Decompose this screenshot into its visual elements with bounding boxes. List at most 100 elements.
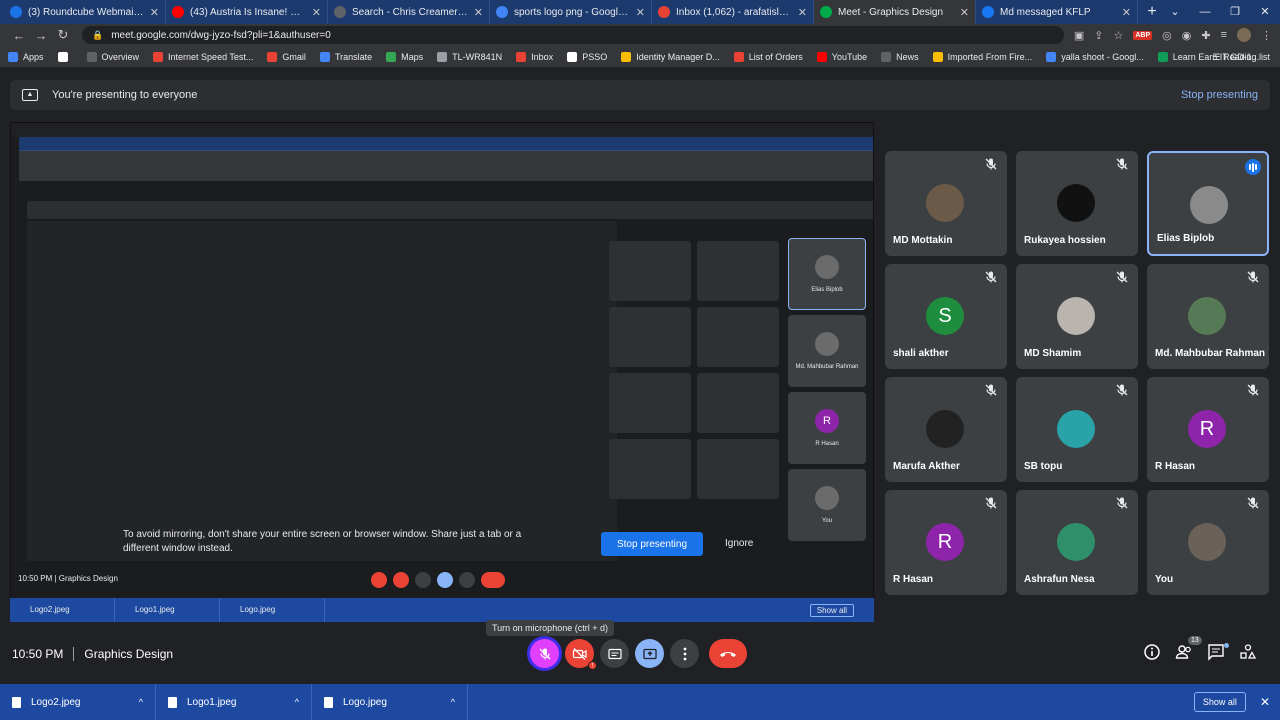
participant-tile[interactable]: Rukayea hossien [1016, 151, 1138, 256]
bookmark-item[interactable]: Identity Manager D... [621, 51, 720, 62]
participant-tile[interactable]: Md. Mahbubar Rahman [1147, 264, 1269, 369]
share-icon[interactable]: ⇪ [1094, 29, 1103, 42]
meeting-details-button[interactable] [1143, 643, 1161, 661]
tab-favicon-icon [982, 6, 994, 18]
show-all-button[interactable]: Show all [1193, 692, 1246, 712]
tab-close-icon[interactable]: ✕ [474, 6, 483, 19]
camera-icon[interactable]: ▣ [1074, 29, 1084, 42]
participant-tile[interactable]: R R Hasan [885, 490, 1007, 595]
nested-browser-chrome [19, 137, 873, 181]
bookmark-item[interactable]: Apps [8, 51, 44, 62]
participant-tile[interactable]: Marufa Akther [885, 377, 1007, 482]
microphone-toggle-button[interactable] [530, 639, 559, 668]
tab-close-icon[interactable]: ✕ [1122, 6, 1131, 19]
nested-time: 10:50 PM [18, 574, 53, 583]
tab-close-icon[interactable]: ✕ [150, 6, 159, 19]
bookmark-item[interactable]: YouTube [816, 51, 867, 62]
bookmark-item[interactable]: Overview [86, 51, 139, 62]
more-options-button[interactable] [670, 639, 699, 668]
media-icon[interactable]: ≡ [1221, 29, 1227, 41]
bookmark-item[interactable]: News [881, 51, 919, 62]
muted-mic-icon [1246, 270, 1260, 284]
people-button[interactable] [1175, 643, 1193, 661]
bookmark-item[interactable]: yalla shoot - Googl... [1046, 51, 1144, 62]
close-download-bar-icon[interactable]: ✕ [1260, 695, 1270, 709]
profile-avatar[interactable] [1237, 28, 1251, 42]
close-window-icon[interactable]: ✕ [1250, 0, 1280, 24]
participant-tile[interactable]: MD Shamim [1016, 264, 1138, 369]
forward-icon[interactable]: → [30, 28, 52, 43]
participant-name: shali akther [893, 348, 949, 359]
nested-controls [371, 572, 505, 588]
muted-mic-icon [984, 157, 998, 171]
nested-download-item: Logo2.jpeg [10, 598, 115, 622]
browser-tab[interactable]: sports logo png - Google Search ✕ [490, 0, 652, 24]
activities-button[interactable] [1239, 643, 1257, 661]
browser-tab[interactable]: (43) Austria Is Insane! Why You ✕ [166, 0, 328, 24]
bookmark-item[interactable]: Gmail [267, 51, 306, 62]
camera-toggle-button[interactable]: ! [565, 639, 597, 670]
muted-mic-icon [984, 496, 998, 510]
star-icon[interactable]: ☆ [1113, 29, 1123, 42]
participant-tile[interactable]: R R Hasan [1147, 377, 1269, 482]
menu-dots-icon[interactable]: ⋮ [1261, 29, 1272, 42]
reload-icon[interactable]: ↻ [52, 27, 74, 43]
back-icon[interactable]: ← [8, 28, 30, 43]
participant-tile[interactable]: You [1147, 490, 1269, 595]
restore-icon[interactable]: ❐ [1220, 0, 1250, 24]
bookmark-item[interactable]: Imported From Fire... [932, 51, 1032, 62]
chevron-up-icon[interactable]: ^ [139, 697, 143, 707]
captions-button[interactable] [600, 639, 629, 668]
chevron-up-icon[interactable]: ^ [295, 697, 299, 707]
extensions-puzzle-icon[interactable]: ✚ [1201, 29, 1210, 42]
participant-name: R Hasan [1155, 461, 1196, 472]
stop-presenting-link[interactable]: Stop presenting [1181, 89, 1258, 101]
bookmark-label: PSSO [582, 51, 608, 62]
bookmark-label: Identity Manager D... [636, 51, 720, 62]
bookmark-item[interactable]: Inbox [516, 51, 553, 62]
url-field[interactable]: 🔒 meet.google.com/dwg-jyzo-fsd?pli=1&aut… [82, 26, 1064, 44]
tab-close-icon[interactable]: ✕ [636, 6, 645, 19]
browser-tab[interactable]: Md messaged KFLP ✕ [976, 0, 1138, 24]
bookmark-item[interactable] [57, 51, 73, 62]
browser-tab[interactable]: Inbox (1,062) - arafatislamrussel ✕ [652, 0, 814, 24]
browser-tab[interactable]: Meet - Graphics Design ✕ [814, 0, 976, 24]
bookmark-item[interactable]: TL-WR841N [437, 51, 502, 62]
participant-tile[interactable]: SB topu [1016, 377, 1138, 482]
tab-search-icon[interactable]: ⌄ [1160, 0, 1190, 24]
participant-tile[interactable]: Elias Biplob [1147, 151, 1269, 256]
participant-tile[interactable]: Ashrafun Nesa [1016, 490, 1138, 595]
bookmark-label: Internet Speed Test... [168, 51, 254, 62]
tab-close-icon[interactable]: ✕ [960, 6, 969, 19]
participant-tile[interactable]: Sshali akther [885, 264, 1007, 369]
nested-stop-presenting-button[interactable]: Stop presenting [601, 532, 703, 556]
tab-close-icon[interactable]: ✕ [312, 6, 321, 19]
participant-tile[interactable]: MD Mottakin [885, 151, 1007, 256]
chevron-up-icon[interactable]: ^ [451, 697, 455, 707]
nested-ignore-button[interactable]: Ignore [725, 538, 753, 549]
bookmark-label: News [896, 51, 919, 62]
leave-call-button[interactable] [709, 639, 747, 668]
tab-title: (43) Austria Is Insane! Why You [190, 6, 306, 18]
download-item[interactable]: Logo1.jpeg ^ [156, 684, 312, 720]
bookmark-item[interactable]: Internet Speed Test... [153, 51, 254, 62]
bookmark-item[interactable]: PSSO [567, 51, 608, 62]
present-now-button[interactable] [635, 639, 664, 668]
presenting-banner: ▲ You're presenting to everyone Stop pre… [10, 80, 1270, 110]
download-item[interactable]: Logo2.jpeg ^ [0, 684, 156, 720]
reading-list[interactable]: ☰ Reading list [1212, 52, 1270, 63]
adblock-icon[interactable]: ABP [1133, 30, 1153, 40]
bookmark-item[interactable]: List of Orders [733, 51, 803, 62]
bookmark-item[interactable]: Maps [386, 51, 423, 62]
bookmark-label: List of Orders [748, 51, 803, 62]
settings-ext-icon[interactable]: ◉ [1182, 29, 1192, 42]
bookmark-item[interactable]: Translate [319, 51, 372, 62]
tab-close-icon[interactable]: ✕ [798, 6, 807, 19]
browser-tab[interactable]: (3) Roundcube Webmail :: Inbox ✕ [4, 0, 166, 24]
minimize-icon[interactable]: — [1190, 0, 1220, 24]
download-item[interactable]: Logo.jpeg ^ [312, 684, 468, 720]
browser-tab[interactable]: Search - Chris Creamer's Sports ✕ [328, 0, 490, 24]
participant-name: MD Mottakin [893, 235, 953, 246]
globe-icon[interactable]: ◎ [1162, 29, 1172, 42]
chat-button[interactable] [1207, 643, 1225, 661]
